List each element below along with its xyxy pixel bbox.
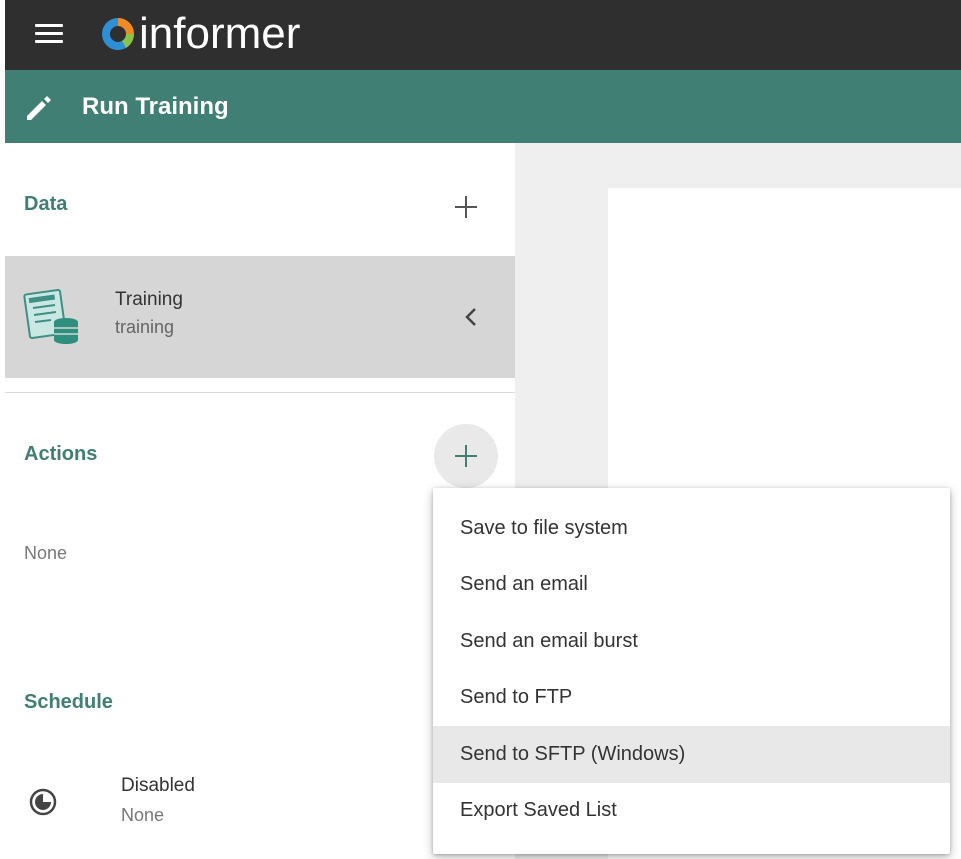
actions-empty-text: None [24, 543, 68, 563]
top-bar: informer [5, 0, 961, 70]
data-section-title: Data [24, 193, 68, 215]
logo[interactable]: informer [101, 8, 300, 60]
divider [5, 392, 515, 393]
plus-icon [455, 196, 477, 218]
add-action-button[interactable] [434, 424, 498, 488]
menu-item-send-to-sftp[interactable]: Send to SFTP (Windows) [433, 726, 950, 783]
chevron-left-icon[interactable] [459, 300, 483, 334]
logo-mark-icon [102, 18, 135, 50]
dataset-icon [23, 288, 78, 344]
plus-icon [455, 445, 477, 467]
app-frame: informer Run Training Data Training trai… [5, 0, 961, 859]
actions-section-title: Actions [24, 443, 98, 465]
menu-item-send-an-email-burst[interactable]: Send an email burst [433, 613, 950, 670]
schedule-section-title: Schedule [24, 691, 113, 713]
menu-icon[interactable] [35, 24, 63, 46]
action-menu: Save to file system Send an email Send a… [433, 488, 950, 854]
add-data-button[interactable] [434, 175, 498, 239]
schedule-status: Disabled [121, 775, 195, 796]
data-item-subtitle: training [115, 317, 175, 337]
page-title: Run Training [82, 93, 229, 120]
menu-item-send-to-ftp[interactable]: Send to FTP [433, 670, 950, 727]
schedule-icon [29, 788, 57, 816]
menu-item-send-an-email[interactable]: Send an email [433, 557, 950, 614]
data-item-name: Training [115, 289, 183, 310]
menu-item-export-saved-list[interactable]: Export Saved List [433, 783, 950, 840]
menu-item-save-to-file-system[interactable]: Save to file system [433, 500, 950, 557]
data-item-training[interactable]: Training training [5, 256, 515, 378]
schedule-detail: None [121, 805, 165, 825]
logo-text: informer [139, 9, 301, 58]
pencil-icon [27, 96, 51, 120]
title-bar: Run Training [5, 70, 961, 143]
